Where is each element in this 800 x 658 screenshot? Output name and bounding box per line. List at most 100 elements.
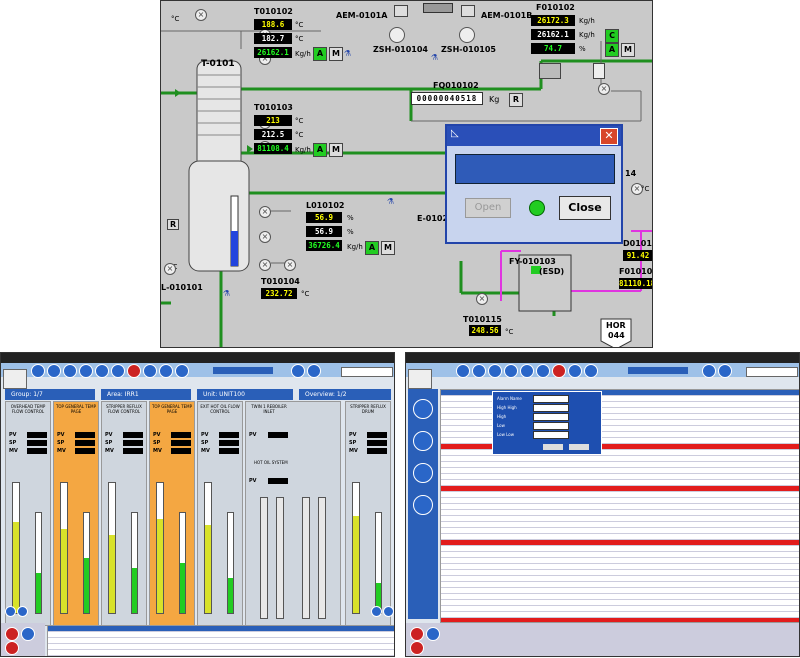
- popup-ok-button[interactable]: [543, 444, 563, 450]
- nav-icon[interactable]: [504, 364, 518, 378]
- alarm-silence-icon[interactable]: [426, 627, 440, 641]
- sidebar-icon[interactable]: [413, 495, 433, 515]
- scroll-icon[interactable]: [383, 606, 394, 617]
- high-field[interactable]: [533, 413, 569, 421]
- control-valve-icon[interactable]: [539, 63, 561, 79]
- aem-0101b-tag: AEM-0101B: [481, 11, 533, 20]
- t010103-manual-button[interactable]: M: [329, 143, 343, 157]
- switch-icon[interactable]: [459, 27, 475, 43]
- alarm-icon[interactable]: [127, 364, 141, 378]
- valve-icon[interactable]: ×: [259, 231, 271, 243]
- l010102-value-2: 56.9: [306, 226, 342, 237]
- close-button[interactable]: Close: [559, 196, 611, 220]
- fq010102-reset-button[interactable]: R: [509, 93, 523, 107]
- alarm-icon[interactable]: [552, 364, 566, 378]
- nav-icon[interactable]: [31, 364, 45, 378]
- valve-icon[interactable]: ×: [259, 206, 271, 218]
- valve-icon[interactable]: ×: [598, 83, 610, 95]
- valve-icon[interactable]: ×: [284, 259, 296, 271]
- l010102-manual-button[interactable]: M: [381, 241, 395, 255]
- alarm-ack-icon[interactable]: [410, 627, 424, 641]
- unit-selector[interactable]: Unit: UNIT100: [197, 389, 293, 400]
- t010102-tag: T010102: [254, 7, 293, 16]
- nav-icon[interactable]: [472, 364, 486, 378]
- valve-icon[interactable]: ×: [476, 293, 488, 305]
- nav-icon[interactable]: [95, 364, 109, 378]
- alarm-ack-icon[interactable]: [5, 627, 19, 641]
- nav-icon[interactable]: [111, 364, 125, 378]
- alarm-icon[interactable]: [410, 641, 424, 655]
- r-button-left[interactable]: R: [167, 219, 180, 230]
- top-toolbar: [406, 353, 799, 363]
- e0102-tag: E-0102: [417, 214, 449, 223]
- scroll-icon[interactable]: [5, 606, 16, 617]
- sidebar-icon[interactable]: [413, 399, 433, 419]
- nav-icon[interactable]: [702, 364, 716, 378]
- sidebar-icon[interactable]: [413, 463, 433, 483]
- scroll-icon[interactable]: [17, 606, 28, 617]
- group-selector[interactable]: Group: 1/7: [5, 389, 95, 400]
- display-selector[interactable]: [213, 367, 273, 374]
- f010102-manual-button[interactable]: M: [621, 43, 635, 57]
- nav-icon[interactable]: [456, 364, 470, 378]
- alarm-icon[interactable]: [5, 641, 19, 655]
- t010102-manual-button[interactable]: M: [329, 47, 343, 61]
- low-low-field[interactable]: [533, 431, 569, 439]
- faceplate-hot-oil[interactable]: TWIN 1 REBOILER INLET PV HOT OIL SYSTEM …: [245, 401, 341, 626]
- l010102-unit-1: %: [347, 214, 354, 222]
- f010102-unit-1: Kg/h: [579, 17, 595, 25]
- scroll-icon[interactable]: [371, 606, 382, 617]
- nav-icon[interactable]: [143, 364, 157, 378]
- motor-icon[interactable]: [394, 5, 408, 17]
- nav-icon[interactable]: [291, 364, 305, 378]
- f010102-auto-button[interactable]: A: [605, 43, 619, 57]
- alarm-silence-icon[interactable]: [21, 627, 35, 641]
- dialog-close-icon[interactable]: ✕: [600, 128, 618, 145]
- f010102-tag: F010102: [536, 3, 575, 12]
- dialog-titlebar[interactable]: [447, 126, 621, 146]
- nav-icon[interactable]: [307, 364, 321, 378]
- valve-icon[interactable]: ×: [195, 9, 207, 21]
- zsh-010105-tag: ZSH-010105: [441, 45, 496, 54]
- faceplate[interactable]: STRIPPER REFLUX FLOW CONTROL PV SP MV: [101, 401, 147, 626]
- nav-icon[interactable]: [159, 364, 173, 378]
- overview-selector[interactable]: Overview: 1/2: [299, 389, 391, 400]
- page-field[interactable]: [746, 367, 798, 377]
- nav-icon[interactable]: [568, 364, 582, 378]
- nav-icon[interactable]: [175, 364, 189, 378]
- switch-icon[interactable]: [389, 27, 405, 43]
- faceplate[interactable]: OVERHEAD TEMP FLOW CONTROL PV SP MV: [5, 401, 51, 626]
- valve-icon[interactable]: ×: [259, 259, 271, 271]
- nav-icon[interactable]: [488, 364, 502, 378]
- f010102-cascade-button[interactable]: C: [605, 29, 619, 43]
- dialog-icon: ◺: [451, 128, 459, 139]
- valve-icon[interactable]: ×: [164, 263, 176, 275]
- t010103-auto-button[interactable]: A: [313, 143, 327, 157]
- area-selector[interactable]: Area: IRR1: [101, 389, 191, 400]
- nav-icon[interactable]: [718, 364, 732, 378]
- alarm-summary-table[interactable]: [47, 625, 394, 656]
- nav-icon[interactable]: [536, 364, 550, 378]
- nav-icon[interactable]: [47, 364, 61, 378]
- motor-icon[interactable]: [461, 5, 475, 17]
- display-selector[interactable]: [628, 367, 688, 374]
- t010102-auto-button[interactable]: A: [313, 47, 327, 61]
- faceplate[interactable]: STRIPPER REFLUX DRUM PV SP MV: [345, 401, 391, 626]
- faceplate[interactable]: TOP GENERAL TEMP PAGE PV SP MV: [149, 401, 195, 626]
- popup-cancel-button[interactable]: [569, 444, 589, 450]
- sidebar-icon[interactable]: [413, 431, 433, 451]
- l010102-auto-button[interactable]: A: [365, 241, 379, 255]
- alarm-name-field[interactable]: [533, 395, 569, 403]
- high-high-field[interactable]: [533, 404, 569, 412]
- zsh-010104-tag: ZSH-010104: [373, 45, 428, 54]
- nav-icon[interactable]: [520, 364, 534, 378]
- faceplate[interactable]: EXIT HOT OIL FLOW CONTROL PV SP MV: [197, 401, 243, 626]
- faceplate[interactable]: TOP GENERAL TEMP PAGE PV SP MV: [53, 401, 99, 626]
- nav-icon[interactable]: [63, 364, 77, 378]
- page-field[interactable]: [341, 367, 393, 377]
- low-field[interactable]: [533, 422, 569, 430]
- nav-icon[interactable]: [79, 364, 93, 378]
- fq010102-tag: FQ010102: [433, 81, 479, 90]
- nav-icon[interactable]: [584, 364, 598, 378]
- open-button[interactable]: Open: [465, 198, 511, 218]
